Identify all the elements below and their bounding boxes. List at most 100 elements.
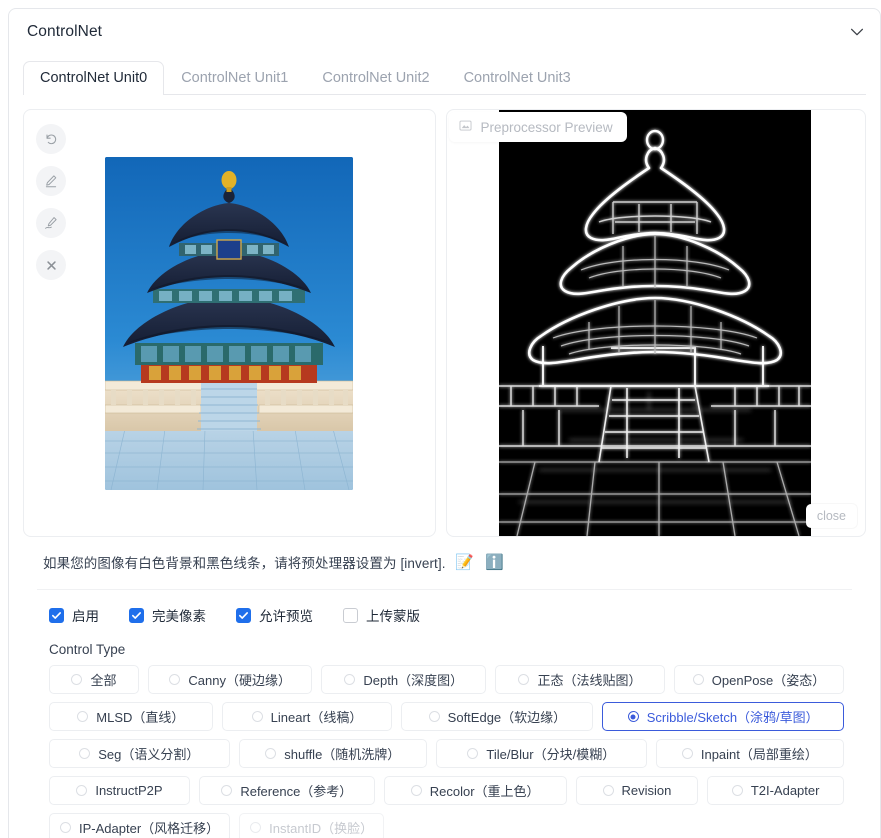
radio-dot-icon <box>169 674 180 685</box>
image-toolbar <box>36 124 66 280</box>
checkbox-upload-mask-box[interactable] <box>343 608 358 623</box>
control-type-option[interactable]: SoftEdge（软边缘） <box>401 702 593 731</box>
radio-dot-icon <box>77 711 88 722</box>
information-icon[interactable]: ℹ️ <box>484 551 506 573</box>
radio-dot-icon <box>693 674 704 685</box>
sketch-icon[interactable] <box>36 208 66 238</box>
control-type-option[interactable]: Tile/Blur（分块/模糊） <box>436 739 647 768</box>
control-type-option-label: Reference（参考） <box>240 781 352 800</box>
control-type-option-label: 全部 <box>90 670 116 689</box>
radio-dot-icon <box>732 785 743 796</box>
checkbox-pixel-perfect-box[interactable] <box>129 608 144 623</box>
control-type-option[interactable]: 正态（法线贴图） <box>495 665 665 694</box>
control-type-option[interactable]: T2I-Adapter <box>707 776 844 805</box>
source-image[interactable] <box>105 157 353 490</box>
preprocessor-preview-image[interactable] <box>499 110 811 536</box>
radio-dot-icon <box>518 674 529 685</box>
control-type-option-label: Depth（深度图） <box>363 670 463 689</box>
control-type-option[interactable]: OpenPose（姿态） <box>674 665 844 694</box>
radio-dot-icon <box>429 711 440 722</box>
control-type-option[interactable]: Scribble/Sketch（涂鸦/草图） <box>602 702 844 731</box>
control-type-option-label: Lineart（线稿） <box>271 707 363 726</box>
control-type-option: InstantID（换脸） <box>239 813 384 838</box>
control-type-option[interactable]: Lineart（线稿） <box>222 702 393 731</box>
control-type-option[interactable]: Reference（参考） <box>199 776 375 805</box>
radio-dot-icon <box>467 748 478 759</box>
control-type-option-label: OpenPose（姿态） <box>712 670 825 689</box>
images-row: Preprocessor Preview close <box>23 109 866 537</box>
preview-close-button[interactable]: close <box>806 504 857 528</box>
control-type-row: MLSD（直线） Lineart（线稿） SoftEdge（软边缘） Scribble… <box>49 702 844 731</box>
checkbox-upload-mask[interactable]: 上传蒙版 <box>343 605 420 625</box>
close-icon[interactable] <box>36 250 66 280</box>
radio-dot-icon <box>603 785 614 796</box>
preprocessor-preview-panel[interactable]: Preprocessor Preview close <box>446 109 866 537</box>
controlnet-options: 启用 完美像素 允许预览 <box>37 589 852 838</box>
control-type-option[interactable]: shuffle（随机洗牌） <box>239 739 427 768</box>
control-type-option-label: InstructP2P <box>95 783 162 798</box>
tab-controlnet-unit2[interactable]: ControlNet Unit2 <box>305 61 446 96</box>
chevron-down-icon[interactable] <box>848 23 866 41</box>
unit0-panel: Preprocessor Preview close 如果您的图像有白色背景和黑… <box>9 95 880 838</box>
checkbox-allow-preview[interactable]: 允许预览 <box>236 605 313 625</box>
control-type-label: Control Type <box>43 626 846 665</box>
invert-hint-text: 如果您的图像有白色背景和黑色线条，请将预处理器设置为 [invert]. <box>43 552 446 572</box>
accordion-header[interactable]: ControlNet <box>9 9 880 55</box>
control-type-option-label: Canny（硬边缘） <box>188 670 291 689</box>
control-type-option-label: InstantID（换脸） <box>269 818 373 837</box>
row-spacer <box>393 813 844 838</box>
preprocessor-preview-tab[interactable]: Preprocessor Preview <box>449 112 627 142</box>
tab-controlnet-unit0[interactable]: ControlNet Unit0 <box>23 61 164 96</box>
undo-icon[interactable] <box>36 124 66 154</box>
control-type-option-label: shuffle（随机洗牌） <box>284 744 400 763</box>
control-type-option[interactable]: InstructP2P <box>49 776 190 805</box>
pencil-icon[interactable] <box>36 166 66 196</box>
radio-dot-icon <box>252 711 263 722</box>
control-type-option[interactable]: Seg（语义分割） <box>49 739 230 768</box>
control-type-option-label: Revision <box>622 783 672 798</box>
checkbox-allow-preview-box[interactable] <box>236 608 251 623</box>
control-type-option-label: SoftEdge（软边缘） <box>448 707 567 726</box>
control-type-option[interactable]: Canny（硬边缘） <box>148 665 313 694</box>
control-type-option-label: T2I-Adapter <box>751 783 820 798</box>
controlnet-screen: ControlNet ControlNet Unit0 ControlNet U… <box>0 0 881 838</box>
control-type-row: Seg（语义分割） shuffle（随机洗牌） Tile/Blur（分块/模糊） In… <box>49 739 844 768</box>
radio-dot-icon <box>265 748 276 759</box>
checkbox-pixel-perfect-label: 完美像素 <box>152 605 206 625</box>
control-type-option[interactable]: Inpaint（局部重绘） <box>656 739 844 768</box>
checkbox-enable-box[interactable] <box>49 608 64 623</box>
control-type-option[interactable]: MLSD（直线） <box>49 702 213 731</box>
radio-dot-icon <box>76 785 87 796</box>
control-type-option[interactable]: Recolor（重上色） <box>384 776 567 805</box>
radio-dot-icon <box>250 822 261 833</box>
memo-icon[interactable]: 📝 <box>454 551 476 573</box>
source-image-panel[interactable] <box>23 109 436 537</box>
tab-controlnet-unit3[interactable]: ControlNet Unit3 <box>447 61 588 96</box>
radio-dot-icon <box>344 674 355 685</box>
control-type-option-label: 正态（法线贴图） <box>537 670 641 689</box>
radio-dot-icon <box>411 785 422 796</box>
control-type-option[interactable]: IP-Adapter（风格迁移） <box>49 813 230 838</box>
invert-hint: 如果您的图像有白色背景和黑色线条，请将预处理器设置为 [invert]. 📝 ℹ… <box>23 537 866 573</box>
control-type-option-label: IP-Adapter（风格迁移） <box>79 818 219 837</box>
checkbox-pixel-perfect[interactable]: 完美像素 <box>129 605 206 625</box>
preprocessor-preview-label: Preprocessor Preview <box>481 120 613 135</box>
control-type-option[interactable]: Depth（深度图） <box>321 665 486 694</box>
radio-dot-icon <box>79 748 90 759</box>
control-type-option[interactable]: Revision <box>576 776 699 805</box>
control-type-option[interactable]: 全部 <box>49 665 139 694</box>
checkbox-row: 启用 完美像素 允许预览 <box>43 604 846 626</box>
control-type-option-label: MLSD（直线） <box>96 707 184 726</box>
control-type-option-label: Scribble/Sketch（涂鸦/草图） <box>647 707 819 726</box>
page-title: ControlNet <box>27 23 102 41</box>
radio-dot-icon <box>71 674 82 685</box>
checkbox-enable[interactable]: 启用 <box>49 605 99 625</box>
radio-dot-icon <box>682 748 693 759</box>
checkbox-enable-label: 启用 <box>72 605 99 625</box>
radio-dot-icon <box>628 711 639 722</box>
controlnet-unit-tabs: ControlNet Unit0 ControlNet Unit1 Contro… <box>23 55 866 95</box>
control-type-row: InstructP2P Reference（参考） Recolor（重上色） Revi… <box>49 776 844 805</box>
checkbox-upload-mask-label: 上传蒙版 <box>366 605 420 625</box>
radio-dot-icon <box>60 822 71 833</box>
tab-controlnet-unit1[interactable]: ControlNet Unit1 <box>164 61 305 96</box>
